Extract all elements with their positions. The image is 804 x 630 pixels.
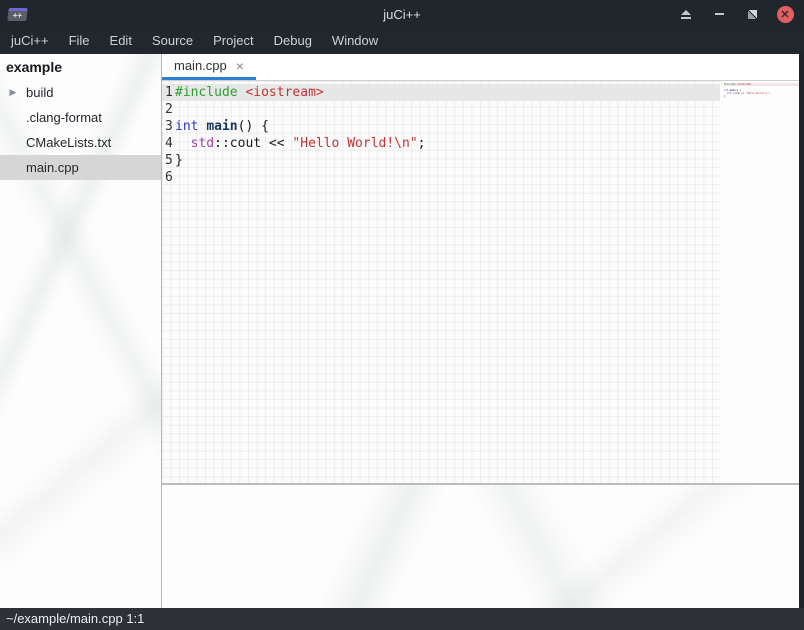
code-line-6: 6 xyxy=(162,169,720,186)
minimize-button[interactable] xyxy=(710,5,728,23)
line-number: 6 xyxy=(162,169,175,186)
tab-bar: main.cpp × xyxy=(162,54,804,81)
content-area: example ▶build .clang-format CMakeLists.tx… xyxy=(0,54,804,608)
tab-main-cpp[interactable]: main.cpp × xyxy=(162,54,256,80)
tab-close-icon[interactable]: × xyxy=(236,59,244,73)
maximize-button[interactable] xyxy=(743,5,761,23)
token-plain: } xyxy=(175,153,183,168)
close-button[interactable]: ✕ xyxy=(776,5,794,23)
close-icon: ✕ xyxy=(777,6,794,23)
menu-item-juci[interactable]: juCi++ xyxy=(1,28,59,54)
line-number: 4 xyxy=(162,135,175,152)
tree-item--clang-format[interactable]: .clang-format xyxy=(0,105,161,130)
token-plain: ; xyxy=(769,92,770,95)
maximize-icon xyxy=(748,10,757,19)
code-editor[interactable]: 1#include <iostream>23int main() {4 std:… xyxy=(162,81,804,483)
code-lines: 1#include <iostream>23int main() {4 std:… xyxy=(162,81,720,186)
tab-label: main.cpp xyxy=(174,58,227,73)
project-name[interactable]: example xyxy=(0,54,161,80)
minimap-lines: #include <iostream>int main() { std::cou… xyxy=(720,81,799,101)
tree-item-label: .clang-format xyxy=(26,110,102,125)
line-number: 5 xyxy=(162,152,175,169)
scrollbar-track[interactable] xyxy=(799,54,804,608)
shade-icon xyxy=(681,10,691,19)
window-controls: ✕ xyxy=(677,0,794,28)
token-preproc: #include xyxy=(175,85,238,100)
line-number: 2 xyxy=(162,101,175,118)
file-tree-panel: example ▶build .clang-format CMakeLists.tx… xyxy=(0,54,162,608)
output-pane[interactable] xyxy=(162,485,804,608)
token-plain: ::cout << xyxy=(214,136,292,151)
line-number: 3 xyxy=(162,118,175,135)
menu-item-source[interactable]: Source xyxy=(142,28,203,54)
menu-item-edit[interactable]: Edit xyxy=(100,28,142,54)
file-tree: ▶build .clang-format CMakeLists.txt main.cp… xyxy=(0,80,161,180)
code-line-5: 5} xyxy=(162,152,720,169)
code-line-2: 2 xyxy=(162,101,720,118)
line-number: 1 xyxy=(162,84,175,101)
token-string: <iostream> xyxy=(245,85,323,100)
status-bar: ~/example/main.cpp 1:1 xyxy=(0,608,804,630)
shade-button[interactable] xyxy=(677,5,695,23)
minimize-icon xyxy=(715,13,724,15)
code-line-1: 1#include <iostream> xyxy=(162,84,720,101)
expander-triangle-icon[interactable]: ▶ xyxy=(0,87,26,98)
menu-item-file[interactable]: File xyxy=(59,28,100,54)
token-plain: } xyxy=(724,95,725,98)
code-line-3: 3int main() { xyxy=(162,118,720,135)
tree-item-cmakelists-txt[interactable]: CMakeLists.txt xyxy=(0,130,161,155)
tree-item-label: build xyxy=(26,85,53,100)
tree-item-label: main.cpp xyxy=(26,160,79,175)
token-string: "Hello World!\n" xyxy=(292,136,417,151)
token-string: <iostream> xyxy=(737,83,751,86)
titlebar[interactable]: ++ juCi++ ✕ xyxy=(0,0,804,28)
token-keyword: int xyxy=(175,119,198,134)
token-plain: ::cout << xyxy=(731,92,745,95)
token-string: "Hello World!\n" xyxy=(746,92,769,95)
token-plain: ; xyxy=(418,136,426,151)
status-text: ~/example/main.cpp 1:1 xyxy=(6,611,144,626)
menu-item-debug[interactable]: Debug xyxy=(264,28,322,54)
tree-item-build[interactable]: ▶build xyxy=(0,80,161,105)
menubar: juCi++FileEditSourceProjectDebugWindow xyxy=(0,28,804,54)
tree-item-label: CMakeLists.txt xyxy=(26,135,111,150)
tree-item-main-cpp[interactable]: main.cpp xyxy=(0,155,161,180)
token-plain: () { xyxy=(238,119,269,134)
minimap[interactable]: #include <iostream>int main() { std::cou… xyxy=(720,81,799,483)
app-window: ++ juCi++ ✕ juCi++FileEditSourceProjectD… xyxy=(0,0,804,630)
editor-column: main.cpp × 1#include <iostream>23int mai… xyxy=(162,54,804,608)
token-preproc: #include xyxy=(724,83,736,86)
menu-item-window[interactable]: Window xyxy=(322,28,388,54)
menu-item-project[interactable]: Project xyxy=(203,28,263,54)
token-namespace: std xyxy=(191,136,214,151)
code-line-6 xyxy=(724,98,799,101)
token-function: main xyxy=(206,119,237,134)
code-line-4: 4 std::cout << "Hello World!\n"; xyxy=(162,135,720,152)
token-plain xyxy=(175,136,191,151)
